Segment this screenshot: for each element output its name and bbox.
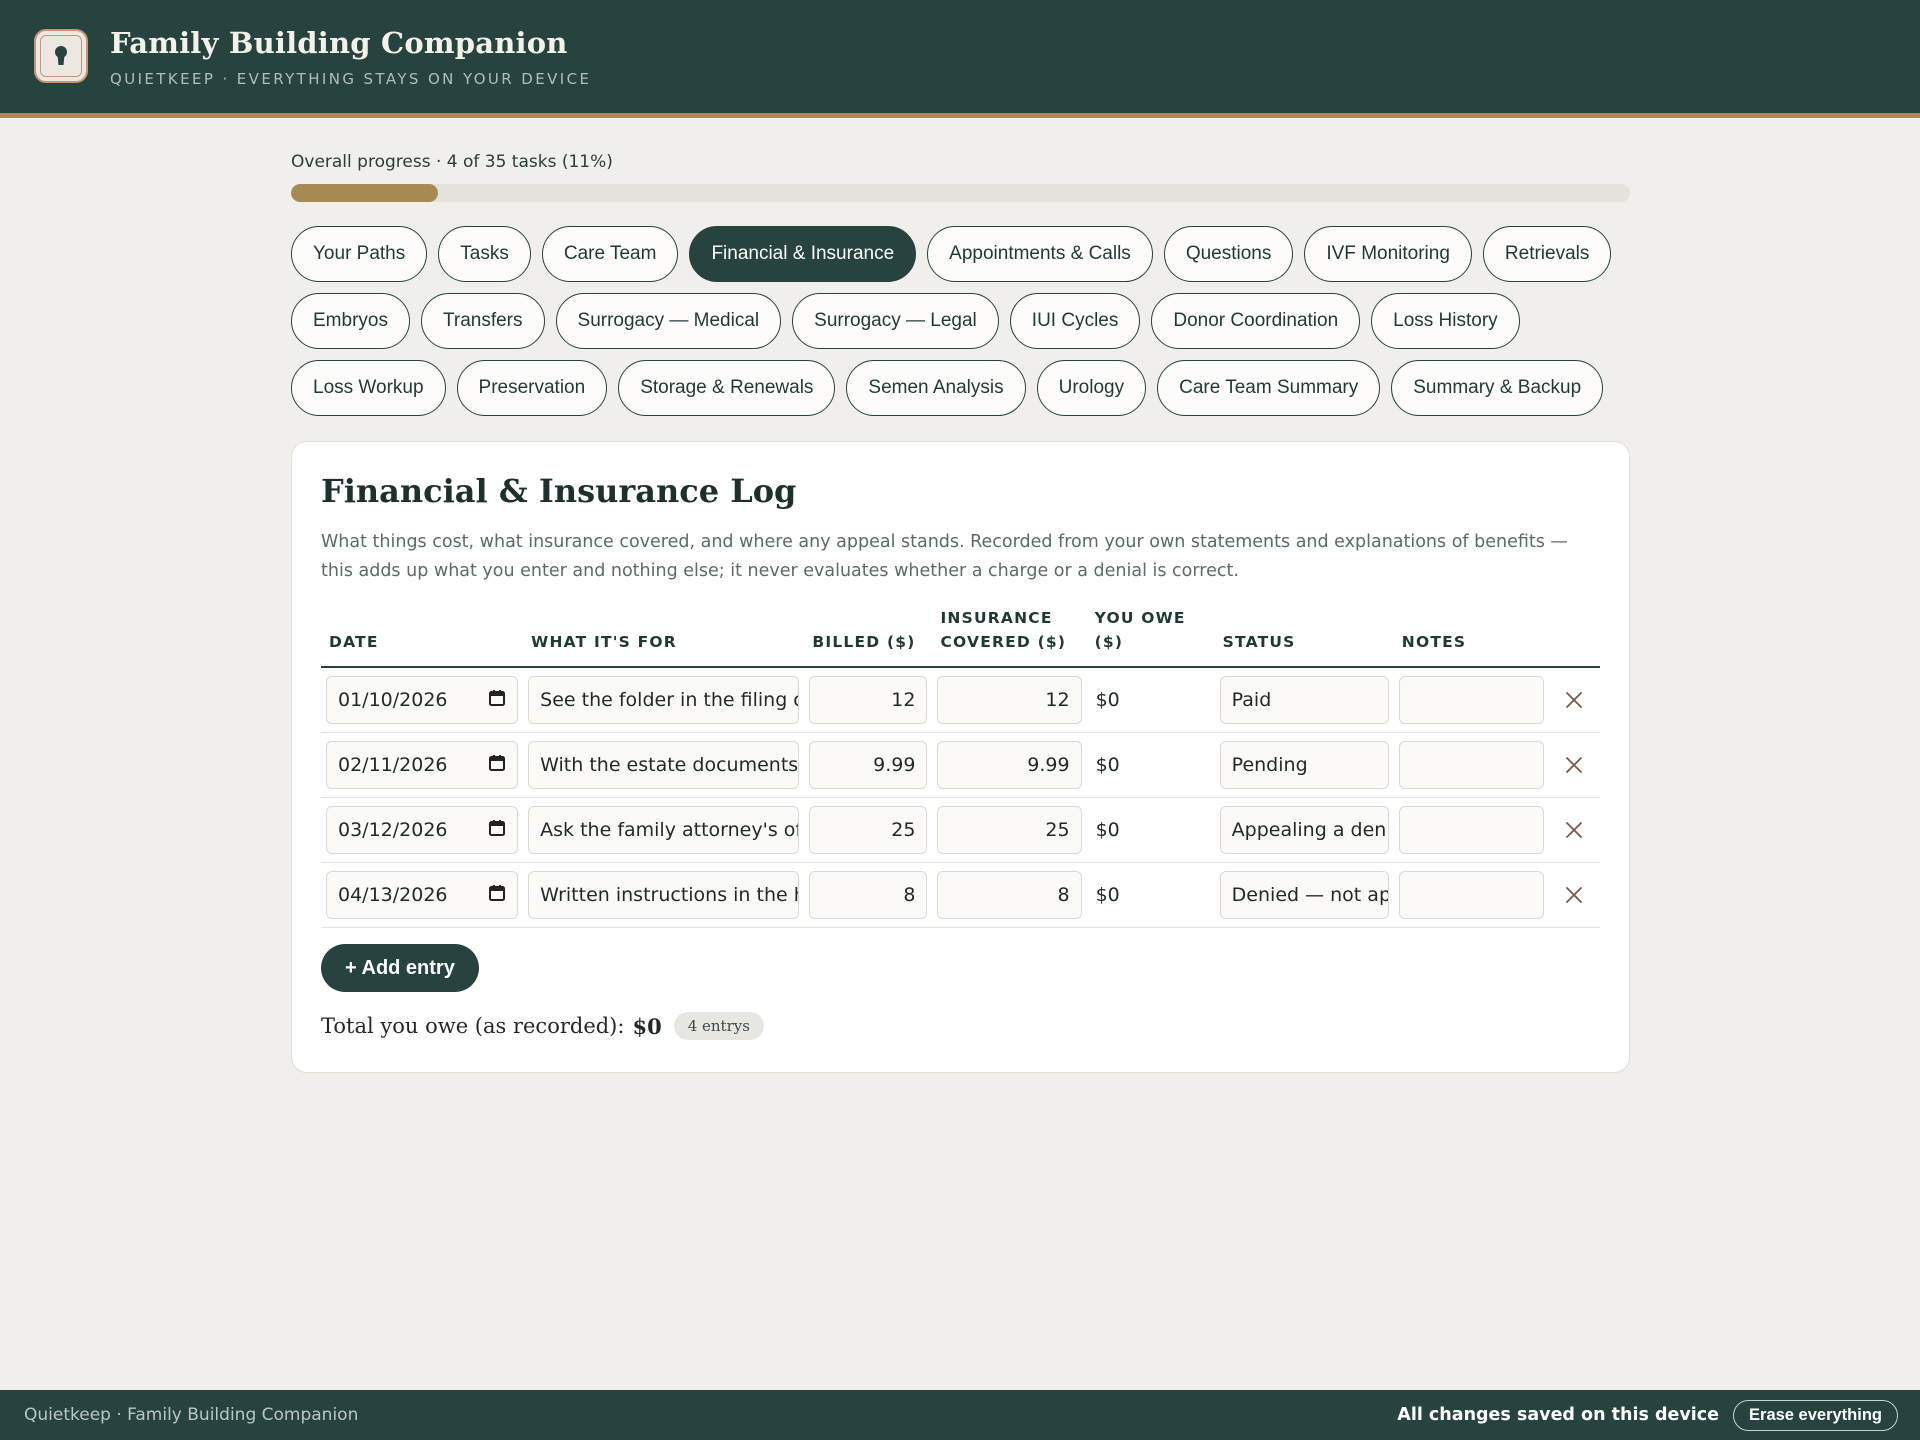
calendar-icon[interactable] xyxy=(488,689,506,712)
billed-input[interactable]: 8 xyxy=(809,871,928,919)
progress-fill xyxy=(291,184,439,202)
billed-input[interactable]: 25 xyxy=(809,806,928,854)
tab-transfers[interactable]: Transfers xyxy=(420,293,545,349)
tab-retrievals[interactable]: Retrievals xyxy=(1482,226,1612,282)
date-input[interactable]: 03/12/2026 xyxy=(326,806,519,854)
calendar-icon[interactable] xyxy=(488,754,506,777)
notes-input[interactable] xyxy=(1398,741,1544,789)
notes-input[interactable] xyxy=(1398,806,1544,854)
status-input[interactable]: Pending xyxy=(1219,741,1389,789)
tab-preservation[interactable]: Preservation xyxy=(456,360,608,416)
tab-summary-backup[interactable]: Summary & Backup xyxy=(1391,360,1604,416)
tab-iui-cycles[interactable]: IUI Cycles xyxy=(1009,293,1141,349)
main-content: Overall progress · 4 of 35 tasks (11%) Y… xyxy=(291,152,1630,1073)
table-header-row: DATE WHAT IT'S FOR BILLED ($) INSURANCE … xyxy=(321,606,1600,668)
status-input[interactable]: Paid xyxy=(1219,676,1389,724)
status-input[interactable]: Denied — not appealing xyxy=(1219,871,1389,919)
date-input[interactable]: 01/10/2026 xyxy=(326,676,519,724)
delete-row-icon[interactable] xyxy=(1560,686,1588,714)
financial-log-table: DATE WHAT IT'S FOR BILLED ($) INSURANCE … xyxy=(321,606,1600,928)
covered-input[interactable]: 12 xyxy=(937,676,1082,724)
you-owe-value: $0 xyxy=(1095,689,1120,711)
billed-input[interactable]: 9.99 xyxy=(809,741,928,789)
notes-input[interactable] xyxy=(1398,676,1544,724)
financial-log-card: Financial & Insurance Log What things co… xyxy=(291,441,1630,1073)
total-label: Total you owe (as recorded): xyxy=(321,1014,625,1038)
app-title: Family Building Companion xyxy=(110,25,568,60)
tab-surrogacy-medical[interactable]: Surrogacy — Medical xyxy=(555,293,782,349)
column-header-covered: INSURANCE COVERED ($) xyxy=(932,606,1087,668)
progress-bar xyxy=(291,184,1630,202)
date-value: 04/13/2026 xyxy=(338,884,448,906)
column-header-notes: NOTES xyxy=(1393,606,1549,668)
save-status: All changes saved on this device xyxy=(1397,1405,1720,1425)
table-row: 01/10/2026 See the folder in the filing c… xyxy=(321,667,1600,733)
you-owe-value: $0 xyxy=(1095,884,1120,906)
you-owe-value: $0 xyxy=(1095,819,1120,841)
total-value: $0 xyxy=(632,1013,662,1039)
column-header-owe: YOU OWE ($) xyxy=(1086,606,1215,668)
app-footer: Quietkeep · Family Building Companion Al… xyxy=(0,1390,1920,1440)
tab-care-team-summary[interactable]: Care Team Summary xyxy=(1157,360,1381,416)
tab-your-paths[interactable]: Your Paths xyxy=(291,226,428,282)
app-header: Family Building Companion QUIETKEEP · EV… xyxy=(0,0,1920,118)
covered-input[interactable]: 9.99 xyxy=(937,741,1082,789)
calendar-icon[interactable] xyxy=(488,819,506,842)
notes-input[interactable] xyxy=(1398,871,1544,919)
footer-brand: Quietkeep · Family Building Companion xyxy=(24,1405,359,1425)
calendar-icon[interactable] xyxy=(488,884,506,907)
delete-row-icon[interactable] xyxy=(1560,751,1588,779)
add-entry-button[interactable]: + Add entry xyxy=(321,944,479,992)
date-input[interactable]: 04/13/2026 xyxy=(326,871,519,919)
tab-financial-insurance[interactable]: Financial & Insurance xyxy=(689,226,917,282)
progress-label: Overall progress · 4 of 35 tasks (11%) xyxy=(291,152,613,172)
date-value: 03/12/2026 xyxy=(338,819,448,841)
entry-count-badge: 4 entrys xyxy=(673,1012,764,1040)
column-header-status: STATUS xyxy=(1214,606,1394,668)
app-subtitle: QUIETKEEP · EVERYTHING STAYS ON YOUR DEV… xyxy=(110,69,592,88)
covered-input[interactable]: 8 xyxy=(937,871,1082,919)
total-row: Total you owe (as recorded): $0 4 entrys xyxy=(321,1012,1600,1040)
tab-appointments-calls[interactable]: Appointments & Calls xyxy=(927,226,1153,282)
log-title: Financial & Insurance Log xyxy=(321,472,797,510)
what-for-input[interactable]: See the folder in the filing cabinet xyxy=(528,676,800,724)
table-row: 03/12/2026 Ask the family attorney's offi… xyxy=(321,797,1600,863)
what-for-input[interactable]: With the estate documents xyxy=(528,741,800,789)
what-for-input[interactable]: Written instructions in the home safe xyxy=(528,871,800,919)
tab-surrogacy-legal[interactable]: Surrogacy — Legal xyxy=(792,293,999,349)
date-value: 02/11/2026 xyxy=(338,754,448,776)
tab-donor-coordination[interactable]: Donor Coordination xyxy=(1151,293,1361,349)
tab-storage-renewals[interactable]: Storage & Renewals xyxy=(618,360,836,416)
tab-care-team[interactable]: Care Team xyxy=(541,226,679,282)
delete-row-icon[interactable] xyxy=(1560,881,1588,909)
delete-row-icon[interactable] xyxy=(1560,816,1588,844)
tab-loss-workup[interactable]: Loss Workup xyxy=(291,360,446,416)
table-row: 02/11/2026 With the estate documents 9.99 9… xyxy=(321,732,1600,798)
tab-urology[interactable]: Urology xyxy=(1036,360,1147,416)
keyhole-logo-icon xyxy=(34,28,88,83)
log-description: What things cost, what insurance covered… xyxy=(321,532,1568,581)
column-header-billed: BILLED ($) xyxy=(804,606,933,668)
tab-semen-analysis[interactable]: Semen Analysis xyxy=(846,360,1026,416)
date-input[interactable]: 02/11/2026 xyxy=(326,741,519,789)
covered-input[interactable]: 25 xyxy=(937,806,1082,854)
table-row: 04/13/2026 Written instructions in the ho… xyxy=(321,862,1600,928)
tab-questions[interactable]: Questions xyxy=(1163,226,1294,282)
what-for-input[interactable]: Ask the family attorney's office xyxy=(528,806,800,854)
erase-everything-button[interactable]: Erase everything xyxy=(1733,1399,1898,1431)
tab-tasks[interactable]: Tasks xyxy=(438,226,531,282)
tab-loss-history[interactable]: Loss History xyxy=(1371,293,1520,349)
column-header-what: WHAT IT'S FOR xyxy=(523,606,805,668)
billed-input[interactable]: 12 xyxy=(809,676,928,724)
column-header-actions xyxy=(1548,606,1600,668)
date-value: 01/10/2026 xyxy=(338,689,448,711)
status-input[interactable]: Appealing a denial xyxy=(1219,806,1389,854)
tab-embryos[interactable]: Embryos xyxy=(291,293,410,349)
tab-ivf-monitoring[interactable]: IVF Monitoring xyxy=(1304,226,1472,282)
section-tabs: Your Paths Tasks Care Team Financial & Insu… xyxy=(291,226,1630,416)
you-owe-value: $0 xyxy=(1095,754,1120,776)
column-header-date: DATE xyxy=(321,606,524,668)
